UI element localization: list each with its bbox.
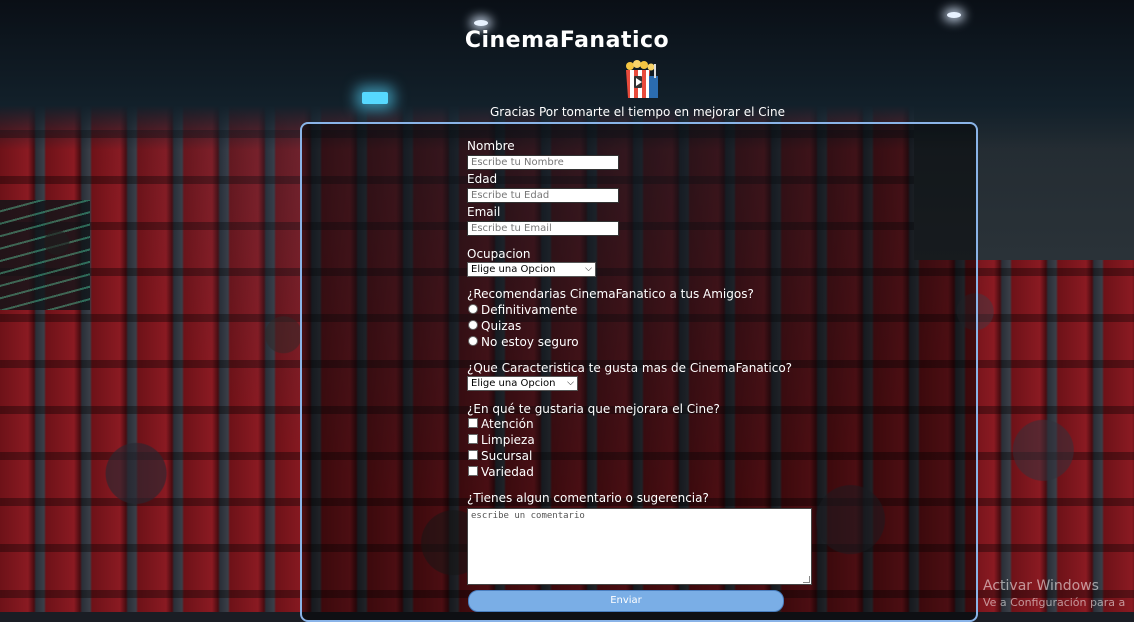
submit-button[interactable]: Enviar — [468, 590, 784, 612]
improve-option-label: Atención — [481, 417, 534, 431]
improve-question: ¿En qué te gustaria que mejorara el Cine… — [467, 402, 720, 416]
recommend-radio-quizas[interactable] — [468, 320, 478, 330]
age-label: Edad — [467, 172, 498, 186]
windows-activation-watermark: Activar Windows Ve a Configuración para … — [983, 578, 1125, 609]
improve-checkbox-sucursal[interactable] — [468, 450, 478, 460]
improve-option-label: Limpieza — [481, 433, 535, 447]
watermark-title: Activar Windows — [983, 578, 1099, 594]
improve-checkbox-atencion[interactable] — [468, 418, 478, 428]
occupation-select[interactable]: Elige una Opcion ⌵ — [467, 262, 596, 277]
recommend-option-label: Quizas — [481, 319, 522, 333]
recommend-radio-no-estoy-seguro[interactable] — [468, 336, 478, 346]
name-input[interactable]: Escribe tu Nombre — [467, 155, 619, 170]
ceiling-light — [947, 12, 961, 18]
comment-placeholder: escribe un comentario — [471, 511, 585, 521]
occupation-select-value: Elige una Opcion — [471, 264, 556, 275]
improve-option-label: Sucursal — [481, 449, 533, 463]
page-subtitle: Gracias Por tomarte el tiempo en mejorar… — [490, 105, 785, 119]
ceiling-light — [474, 20, 488, 26]
popcorn-logo-icon — [626, 60, 658, 98]
feature-select[interactable]: Elige una Opcion ⌵ — [467, 376, 578, 391]
comment-textarea[interactable]: escribe un comentario — [467, 508, 812, 585]
watermark-subtitle: Ve a Configuración para a — [983, 596, 1126, 609]
exit-sign — [362, 92, 388, 104]
improve-checkbox-limpieza[interactable] — [468, 434, 478, 444]
chevron-down-icon: ⌵ — [585, 264, 592, 274]
brand-title: CinemaFanatico — [464, 28, 670, 53]
name-label: Nombre — [467, 139, 515, 153]
recommend-option-label: Definitivamente — [481, 303, 578, 317]
age-input[interactable]: Escribe tu Edad — [467, 188, 619, 203]
recommend-radio-definitivamente[interactable] — [468, 304, 478, 314]
comment-question: ¿Tienes algun comentario o sugerencia? — [467, 491, 709, 505]
chevron-down-icon: ⌵ — [567, 378, 574, 388]
email-label: Email — [467, 205, 501, 219]
resize-handle-icon[interactable] — [803, 576, 810, 583]
occupation-label: Ocupacion — [467, 247, 531, 261]
feature-select-value: Elige una Opcion — [471, 378, 556, 389]
feature-question: ¿Que Caracteristica te gusta mas de Cine… — [467, 361, 793, 375]
recommend-option-label: No estoy seguro — [481, 335, 579, 349]
recommend-question: ¿Recomendarias CinemaFanatico a tus Amig… — [467, 287, 754, 301]
improve-checkbox-variedad[interactable] — [468, 466, 478, 476]
email-input[interactable]: Escribe tu Email — [467, 221, 619, 236]
improve-option-label: Variedad — [481, 465, 534, 479]
